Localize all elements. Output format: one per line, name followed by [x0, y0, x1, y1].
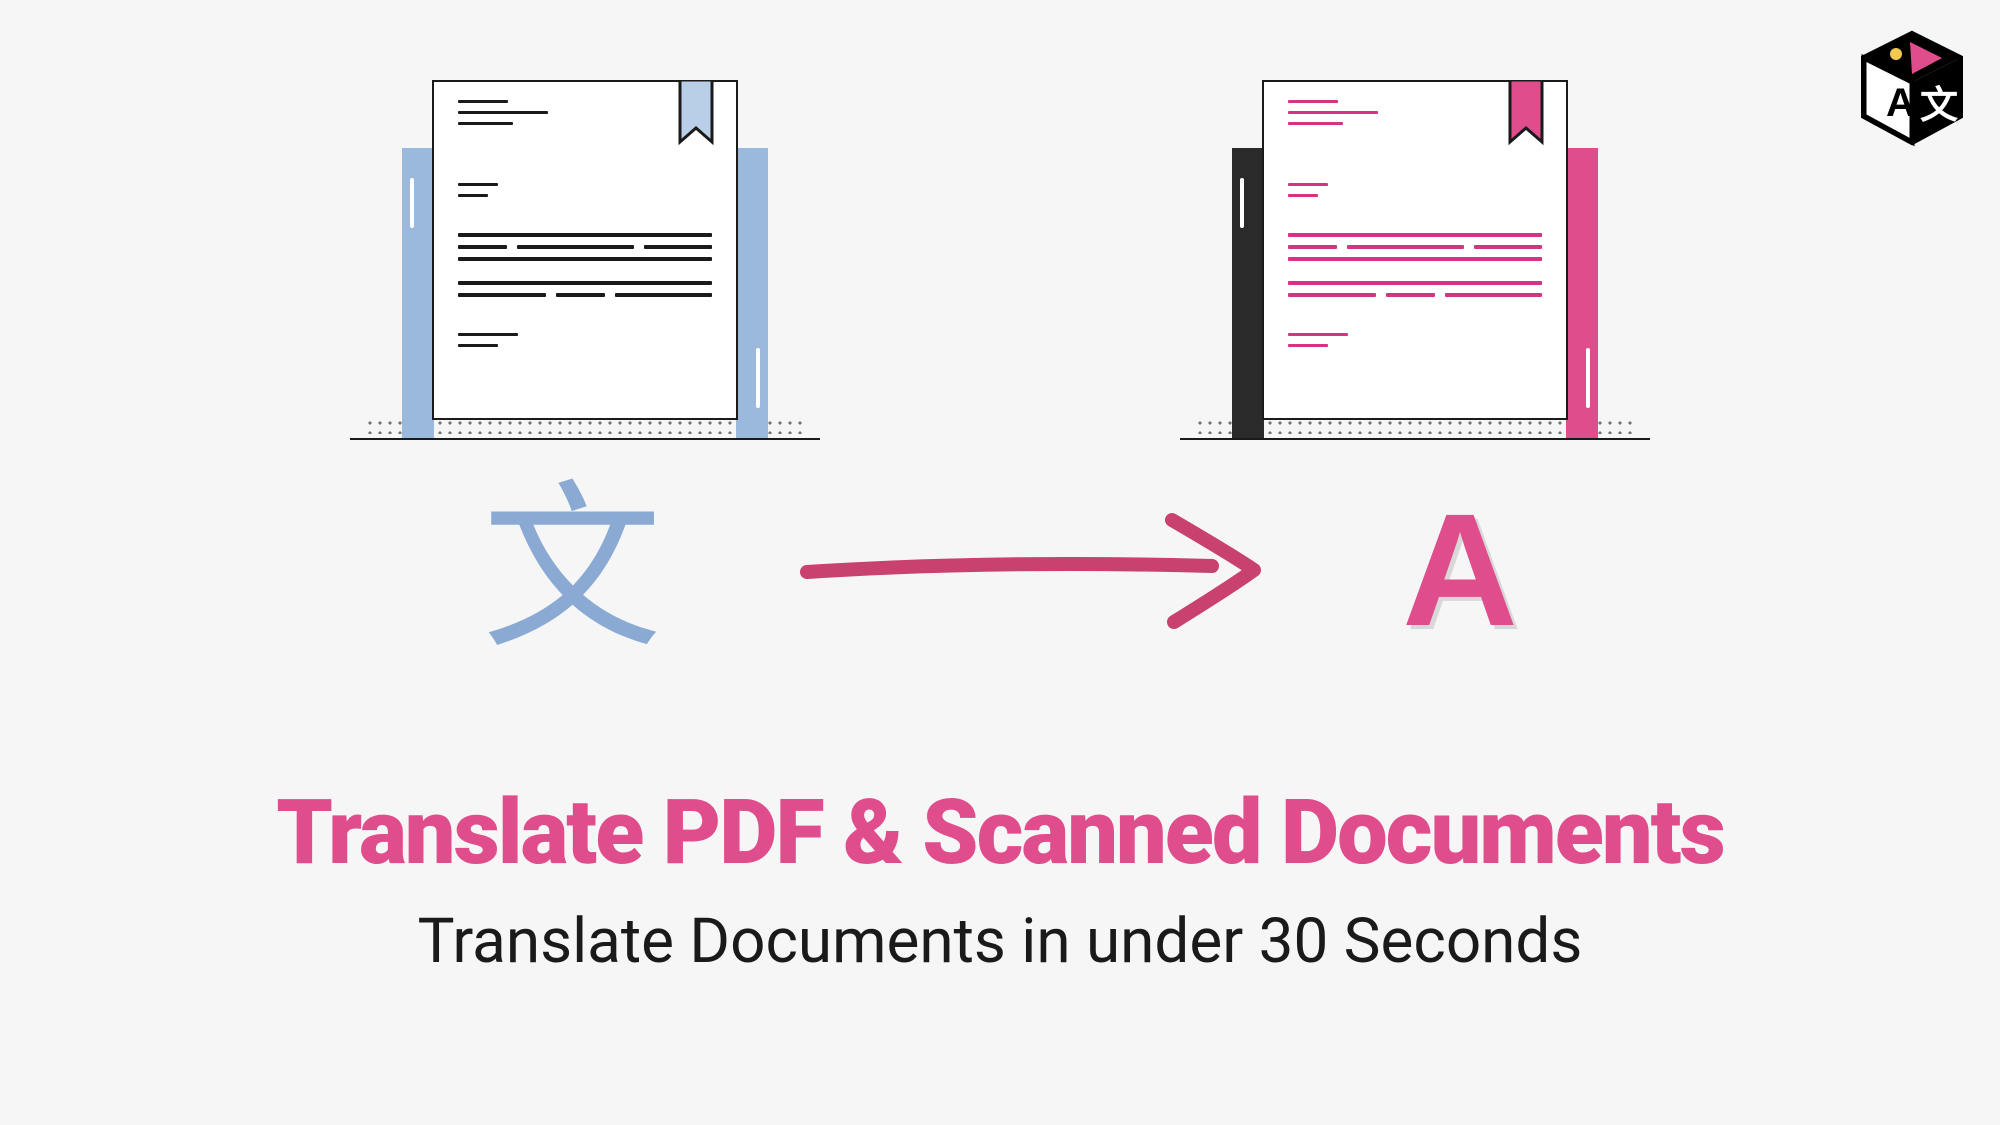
binder-left: [1232, 148, 1264, 438]
document-page: [432, 80, 738, 420]
ground-line: [1180, 438, 1650, 440]
text-lines: [458, 100, 712, 355]
text-lines: [1288, 100, 1542, 355]
binder-right: [736, 148, 768, 438]
arrow-right-icon: [792, 500, 1272, 640]
document-page: [1262, 80, 1568, 420]
subheadline: Translate Documents in under 30 Seconds: [0, 905, 2000, 978]
documents-illustration: [0, 100, 2000, 440]
headline: Translate PDF & Scanned Documents: [0, 780, 2000, 885]
source-document-icon: [410, 100, 760, 440]
target-document-icon: [1240, 100, 1590, 440]
source-language-glyph: 文: [482, 480, 662, 660]
binder-right: [1566, 148, 1598, 438]
ground-line: [350, 438, 820, 440]
translation-flow: 文 A: [0, 480, 2000, 660]
target-language-glyph: A: [1402, 490, 1518, 650]
binder-left: [402, 148, 434, 438]
